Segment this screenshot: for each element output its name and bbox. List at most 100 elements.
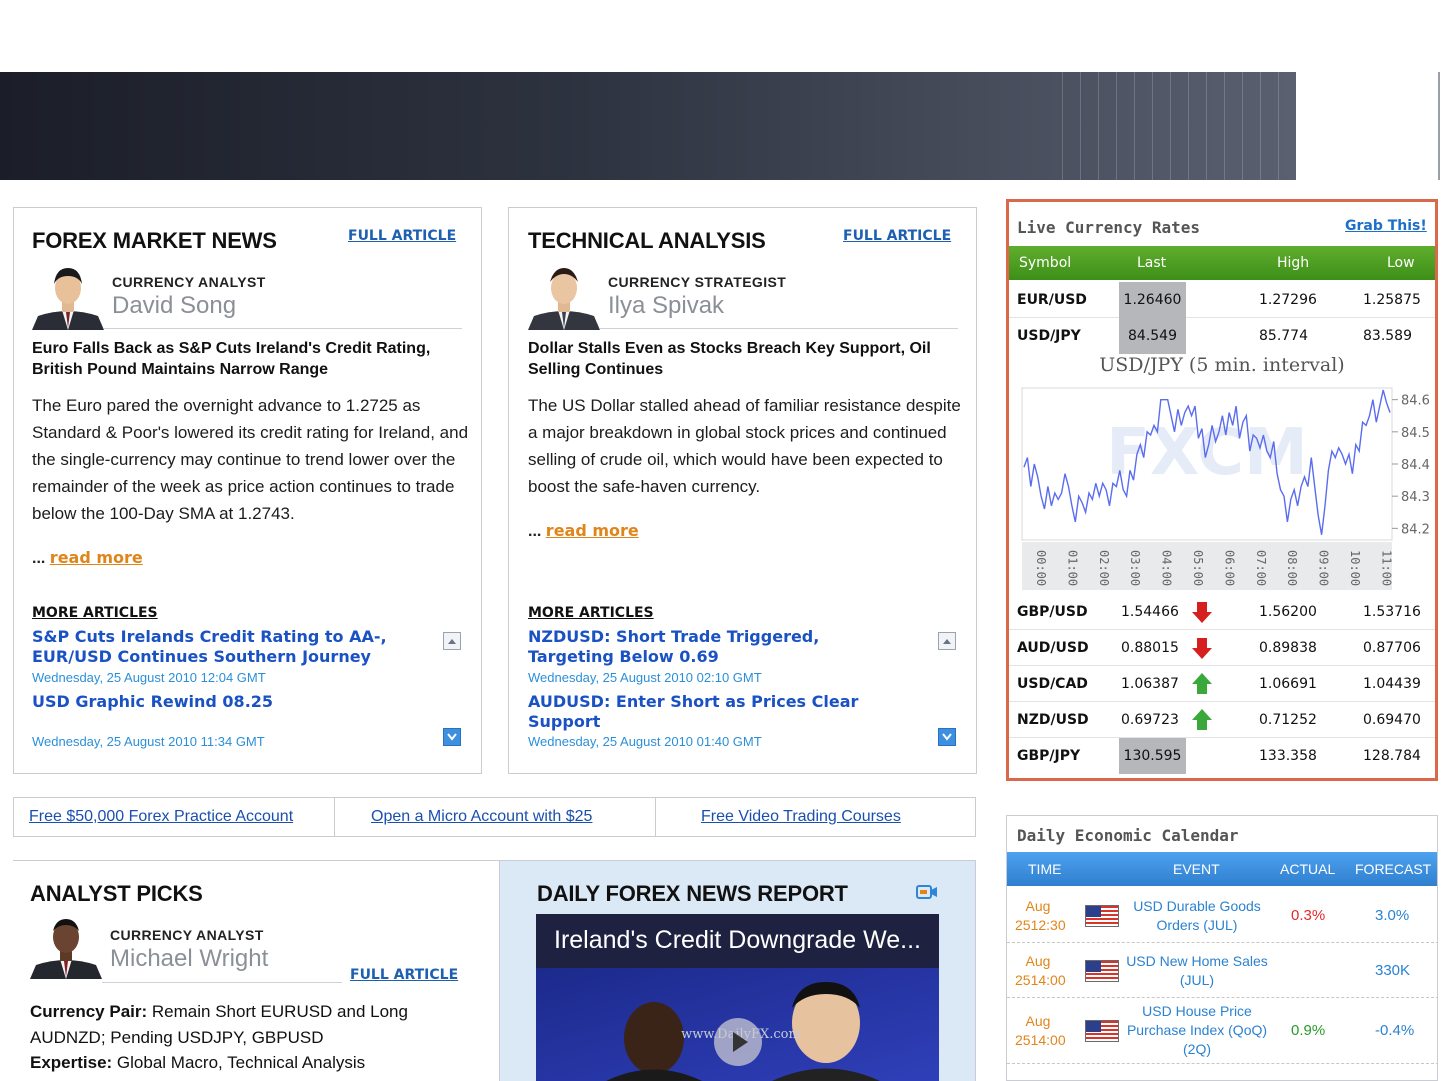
calendar-row[interactable]: Aug 2512:30 USD Durable Goods Orders (JUL)… xyxy=(1007,888,1437,943)
read-more-link[interactable]: read more xyxy=(50,548,143,567)
us-flag-icon xyxy=(1085,960,1119,982)
usdjpy-chart-title: USD/JPY (5 min. interval) xyxy=(1099,354,1345,376)
rate-row-nzdusd[interactable]: NZD/USD 0.69723 0.71252 0.69470 xyxy=(1009,702,1435,738)
calendar-time: 2514:00 xyxy=(1015,972,1066,988)
scroll-up-button[interactable] xyxy=(443,632,461,650)
picks-analyst-name[interactable]: Michael Wright xyxy=(110,945,268,973)
article-link[interactable]: USD Graphic Rewind 08.25 xyxy=(32,692,424,712)
article-link[interactable]: AUDUSD: Enter Short as Prices Clear Supp… xyxy=(528,692,908,732)
calendar-row[interactable]: Aug 2514:00 USD House Price Purchase Index… xyxy=(1007,998,1437,1064)
video-courses-link[interactable]: Free Video Trading Courses xyxy=(701,808,901,826)
header-low: Low xyxy=(1387,255,1415,271)
article-link[interactable]: NZDUSD: Short Trade Triggered, Targeting… xyxy=(528,627,868,667)
rate-low: 1.04439 xyxy=(1363,676,1421,692)
picks-currency-pair: Currency Pair: Remain Short EURUSD and L… xyxy=(30,999,470,1051)
calendar-month: Aug xyxy=(1025,898,1051,914)
scroll-down-button[interactable] xyxy=(443,728,461,746)
article-link[interactable]: S&P Cuts Irelands Credit Rating to AA-, … xyxy=(32,627,424,667)
x-tick-label: 04:00 xyxy=(1160,550,1174,586)
rate-row-audusd[interactable]: AUD/USD 0.88015 0.89838 0.87706 xyxy=(1009,630,1435,666)
article-date: Wednesday, 25 August 2010 02:10 GMT xyxy=(528,670,762,685)
forex-news-body: The Euro pared the overnight advance to … xyxy=(32,396,469,523)
grab-this-link[interactable]: Grab This! xyxy=(1345,218,1427,234)
micro-account-link[interactable]: Open a Micro Account with $25 xyxy=(371,808,592,826)
play-icon xyxy=(733,1032,748,1052)
calendar-forecast: 330K xyxy=(1375,962,1411,979)
scroll-down-button[interactable] xyxy=(938,728,956,746)
rate-row-usdjpy[interactable]: USD/JPY 84.549 85.774 83.589 xyxy=(1009,318,1435,354)
calendar-month: Aug xyxy=(1025,953,1051,969)
us-flag-icon xyxy=(1085,905,1119,927)
chevron-down-icon xyxy=(447,733,457,741)
technical-full-article-link[interactable]: FULL ARTICLE xyxy=(843,228,951,244)
forex-news-separator xyxy=(104,328,462,329)
calendar-event[interactable]: USD New Home Sales (JUL) xyxy=(1125,952,1269,990)
rate-low: 83.589 xyxy=(1363,328,1412,344)
header-banner xyxy=(0,72,1296,180)
video-player[interactable]: Ireland's Credit Downgrade We... www.Dai… xyxy=(536,914,939,1081)
calendar-event[interactable]: USD Durable Goods Orders (JUL) xyxy=(1125,897,1269,935)
calendar-date: Aug 2514:00 xyxy=(1015,1012,1066,1050)
forex-news-full-article-link[interactable]: FULL ARTICLE xyxy=(348,228,456,244)
analyst-picks-section: ANALYST PICKS CURRENCY ANALYST Michael W… xyxy=(13,861,499,1081)
banner-edge xyxy=(1438,72,1440,180)
us-flag-icon xyxy=(1085,1020,1119,1042)
x-tick-label: 07:00 xyxy=(1254,550,1268,586)
rate-high: 85.774 xyxy=(1259,328,1308,344)
calendar-row[interactable]: Aug 2514:00 USD New Home Sales (JUL) 330K xyxy=(1007,943,1437,998)
header-event: EVENT xyxy=(1173,861,1220,877)
x-tick-label: 00:00 xyxy=(1034,550,1048,586)
rate-low: 0.69470 xyxy=(1363,712,1421,728)
rate-high: 0.89838 xyxy=(1259,640,1317,656)
practice-account-link[interactable]: Free $50,000 Forex Practice Account xyxy=(29,808,293,826)
y-tick-label: 84.5 xyxy=(1401,426,1430,441)
avatar-ilya-spivak xyxy=(528,258,600,330)
article-date: Wednesday, 25 August 2010 12:04 GMT xyxy=(32,670,266,685)
technical-role: CURRENCY STRATEGIST xyxy=(608,274,787,290)
scroll-up-button[interactable] xyxy=(938,632,956,650)
header-actual: ACTUAL xyxy=(1280,861,1336,877)
rate-row-usdcad[interactable]: USD/CAD 1.06387 1.06691 1.04439 xyxy=(1009,666,1435,702)
rate-row-gbpjpy[interactable]: GBP/JPY 130.595 133.358 128.784 xyxy=(1009,738,1435,774)
read-more-link[interactable]: read more xyxy=(546,521,639,540)
rate-high: 1.06691 xyxy=(1259,676,1317,692)
calendar-event[interactable]: USD House Price Purchase Index (QoQ) (2Q… xyxy=(1125,1002,1269,1059)
x-tick-label: 01:00 xyxy=(1065,550,1079,586)
rate-symbol: USD/JPY xyxy=(1017,328,1081,344)
rate-high: 1.56200 xyxy=(1259,604,1317,620)
technical-analyst-name[interactable]: Ilya Spivak xyxy=(608,292,724,320)
calendar-title: Daily Economic Calendar xyxy=(1017,826,1239,845)
technical-title: TECHNICAL ANALYSIS xyxy=(528,228,766,253)
header-high: High xyxy=(1277,255,1310,271)
header-time: TIME xyxy=(1028,861,1062,877)
rate-row-eurusd[interactable]: EUR/USD 1.26460 1.27296 1.25875 xyxy=(1009,282,1435,318)
chevron-up-icon xyxy=(448,639,456,644)
play-button[interactable] xyxy=(714,1018,762,1066)
ellipsis: ... xyxy=(528,523,542,540)
video-title: Ireland's Credit Downgrade We... xyxy=(554,926,921,954)
usdjpy-chart[interactable]: FXCM 84.684.584.484.384.2 00:00 01:00 02:0… xyxy=(1012,382,1432,590)
rates-title: Live Currency Rates xyxy=(1017,218,1201,237)
x-tick-label: 09:00 xyxy=(1317,550,1331,586)
rate-high: 0.71252 xyxy=(1259,712,1317,728)
technical-headline[interactable]: Dollar Stalls Even as Stocks Breach Key … xyxy=(528,338,958,380)
rate-last: 130.595 xyxy=(1119,738,1186,774)
pair-label: Currency Pair: xyxy=(30,1002,148,1021)
forex-news-analyst-name[interactable]: David Song xyxy=(112,292,236,320)
article-date: Wednesday, 25 August 2010 11:34 GMT xyxy=(32,734,265,749)
x-tick-label: 08:00 xyxy=(1285,550,1299,586)
picks-full-article-link[interactable]: FULL ARTICLE xyxy=(350,967,458,983)
calendar-time: 2512:30 xyxy=(1015,917,1066,933)
video-camera-icon[interactable] xyxy=(916,884,938,905)
rate-low: 1.53716 xyxy=(1363,604,1421,620)
rate-last: 1.26460 xyxy=(1119,282,1186,318)
forex-news-headline[interactable]: Euro Falls Back as S&P Cuts Ireland's Cr… xyxy=(32,338,462,380)
rate-symbol: GBP/USD xyxy=(1017,604,1088,620)
calendar-actual: 0.3% xyxy=(1291,907,1326,924)
live-currency-rates-widget: Live Currency Rates Grab This! Symbol La… xyxy=(1006,199,1438,781)
down-arrow-icon xyxy=(1192,638,1212,659)
header-symbol: Symbol xyxy=(1019,255,1072,271)
rate-row-gbpusd[interactable]: GBP/USD 1.54466 1.56200 1.53716 xyxy=(1009,594,1435,630)
rate-last: 1.54466 xyxy=(1121,604,1179,620)
rate-low: 1.25875 xyxy=(1363,292,1421,308)
